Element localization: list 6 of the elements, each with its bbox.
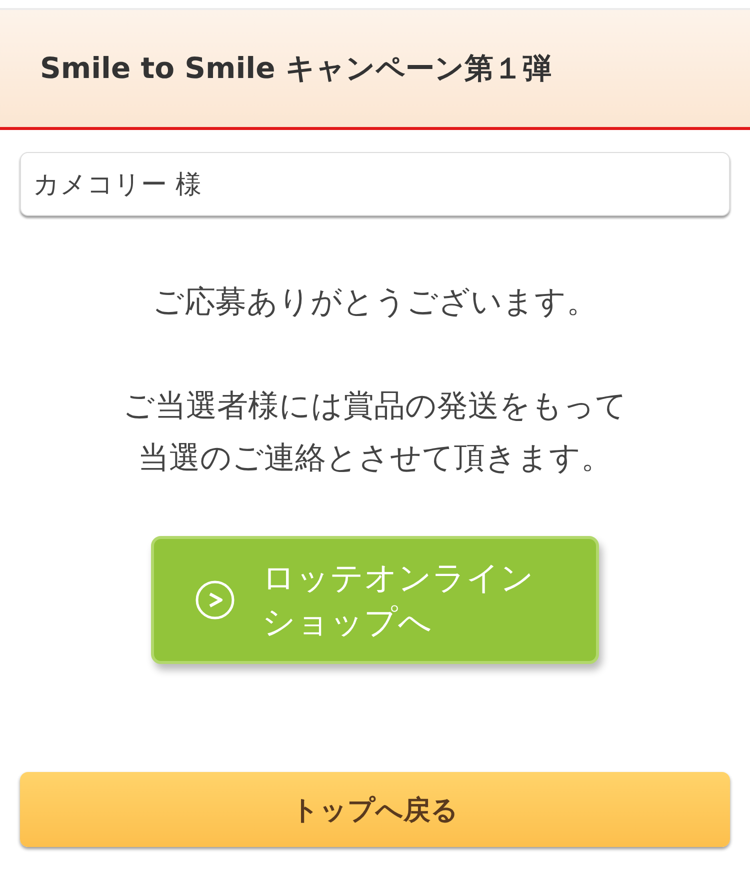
- chevron-circle-icon: [194, 579, 236, 621]
- message-text: ご応募ありがとうございます。: [152, 283, 598, 322]
- page-title: Smile to Smile キャンペーン第１弾: [40, 50, 552, 86]
- message-text: ご当選者様には賞品の発送をもって 当選のご連絡とさせて頂きます。: [122, 387, 628, 478]
- name-field[interactable]: カメコリー 様: [20, 152, 730, 216]
- back-to-top-button[interactable]: トップへ戻る: [20, 772, 730, 847]
